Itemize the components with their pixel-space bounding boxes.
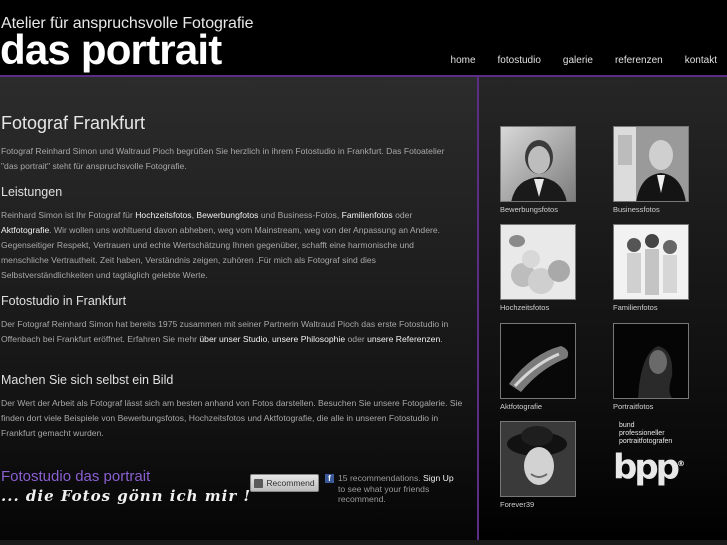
- cta-link[interactable]: Fotostudio das portrait: [1, 468, 150, 485]
- nav-referenzen[interactable]: referenzen: [615, 55, 663, 66]
- text-fragment: 15 recommendations.: [338, 473, 424, 483]
- nav-galerie[interactable]: galerie: [563, 55, 593, 66]
- studio-paragraph: Der Fotograf Reinhard Simon hat bereits …: [1, 317, 463, 347]
- link-aktfotografie[interactable]: Aktfotografie: [1, 225, 49, 235]
- gallery-thumb-aktfotografie[interactable]: [500, 323, 576, 399]
- text-fragment: . Wir wollen uns wohltuend davon abheben…: [1, 225, 441, 280]
- text-fragment: oder: [345, 334, 368, 344]
- gallery-caption[interactable]: Businessfotos: [613, 205, 660, 214]
- gallery-thumb-forever39[interactable]: [500, 421, 576, 497]
- thumbs-up-icon: [254, 478, 264, 488]
- gallery-caption[interactable]: Hochzeitsfotos: [500, 303, 549, 312]
- facebook-recommend-text: 15 recommendations. Sign Up to see what …: [338, 473, 463, 502]
- section-title-bild: Machen Sie sich selbst ein Bild: [1, 373, 174, 387]
- main-nav: home fotostudio galerie referenzen konta…: [429, 55, 717, 66]
- business-man-icon: [614, 127, 688, 201]
- gallery-caption[interactable]: Portraitfotos: [613, 402, 653, 411]
- nude-icon: [501, 324, 575, 398]
- site-logo-text[interactable]: das portrait: [0, 28, 222, 72]
- text-fragment: to see what your friends recommend.: [338, 483, 430, 503]
- link-philosophie[interactable]: unsere Philosophie: [272, 334, 345, 344]
- page-title: Fotograf Frankfurt: [1, 113, 146, 133]
- intro-paragraph: Fotograf Reinhard Simon und Waltraud Pio…: [1, 146, 445, 171]
- link-bewerbungfotos[interactable]: Bewerbungfotos: [196, 210, 258, 220]
- facebook-icon: f: [325, 474, 334, 483]
- nav-kontakt[interactable]: kontakt: [685, 55, 717, 66]
- link-familienfotos[interactable]: Familienfotos: [342, 210, 393, 220]
- gallery-caption[interactable]: Aktfotografie: [500, 402, 542, 411]
- slogan: ... die Fotos gönn ich mir !: [1, 487, 252, 505]
- gallery-caption[interactable]: Forever39: [500, 500, 534, 509]
- bpp-logo[interactable]: bund professioneller portraitfotografen …: [613, 422, 691, 494]
- link-hochzeitsfotos[interactable]: Hochzeitsfotos: [135, 210, 191, 220]
- text-fragment: oder: [392, 210, 413, 220]
- recommend-button[interactable]: Recommend: [250, 474, 319, 492]
- nav-home[interactable]: home: [451, 55, 476, 66]
- site-header: Atelier für anspruchsvolle Fotografie da…: [0, 0, 727, 76]
- portrait-woman-icon: [614, 324, 688, 398]
- wedding-icon: [501, 225, 575, 299]
- gallery-thumb-familienfotos[interactable]: [613, 224, 689, 300]
- hat-woman-icon: [501, 422, 575, 496]
- gallery-caption[interactable]: Familienfotos: [613, 303, 658, 312]
- gallery-thumb-hochzeitsfotos[interactable]: [500, 224, 576, 300]
- link-ueber-studio[interactable]: über unser Studio: [199, 334, 267, 344]
- gallery-thumb-businessfotos[interactable]: [613, 126, 689, 202]
- bpp-line: bund: [619, 422, 635, 429]
- facebook-signup-link[interactable]: Sign Up: [423, 473, 454, 483]
- leistungen-paragraph: Reinhard Simon ist Ihr Fotograf für Hoch…: [1, 208, 463, 283]
- gallery-thumb-bewerbungsfotos[interactable]: [500, 126, 576, 202]
- text-fragment: .: [440, 334, 443, 344]
- family-icon: [614, 225, 688, 299]
- text-fragment: Reinhard Simon ist Ihr Fotograf für: [1, 210, 136, 220]
- registered-icon: ®: [677, 459, 686, 468]
- text-fragment: und Business-Fotos,: [258, 210, 342, 220]
- nav-fotostudio[interactable]: fotostudio: [498, 55, 541, 66]
- bpp-line: professioneller: [619, 430, 665, 437]
- bpp-mark: bpp®: [613, 446, 691, 485]
- recommend-label: Recommend: [266, 478, 315, 488]
- bild-paragraph: Der Wert der Arbeit als Fotograf lässt s…: [1, 398, 463, 438]
- bpp-line: portraitfotografen: [619, 438, 673, 445]
- footer-bar: [0, 540, 727, 545]
- gallery-thumb-portraitfotos[interactable]: [613, 323, 689, 399]
- section-title-fotostudio: Fotostudio in Frankfurt: [1, 294, 127, 308]
- gallery-caption[interactable]: Bewerbungsfotos: [500, 205, 558, 214]
- portrait-man-icon: [501, 127, 575, 201]
- bpp-logo-text: bpp: [613, 447, 680, 488]
- section-title-leistungen: Leistungen: [1, 185, 63, 199]
- link-referenzen[interactable]: unsere Referenzen: [367, 334, 440, 344]
